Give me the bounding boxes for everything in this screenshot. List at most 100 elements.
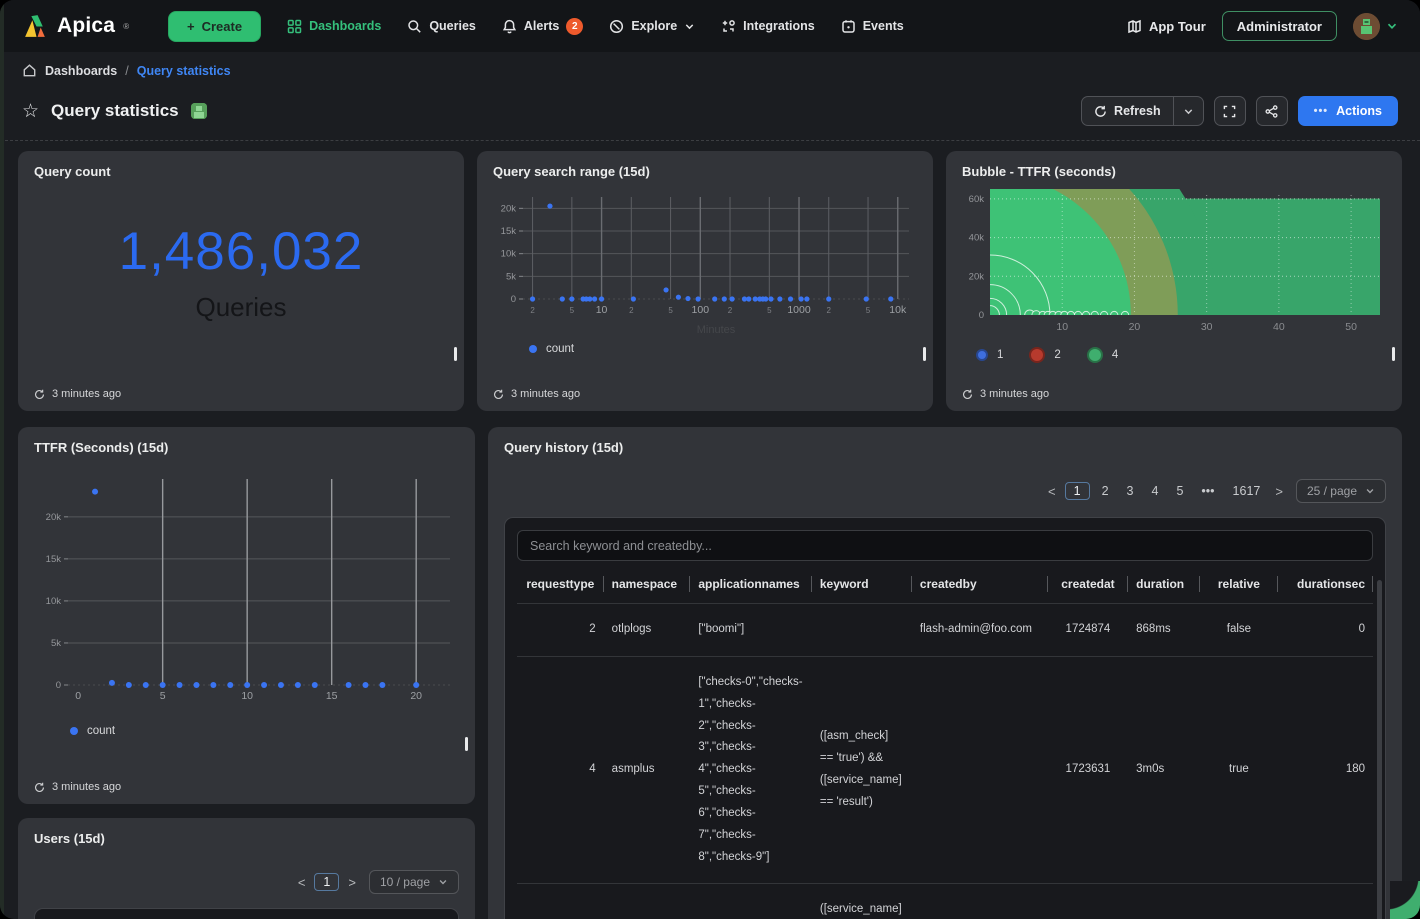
pager-page-3[interactable]: 3 [1121, 482, 1140, 500]
cell-keyword [812, 604, 912, 657]
svg-text:5: 5 [570, 306, 575, 315]
home-icon[interactable] [22, 63, 37, 78]
avatar [1353, 13, 1380, 40]
bell-icon [502, 19, 517, 34]
panel-updated: 3 minutes ago [962, 388, 1049, 400]
create-button[interactable]: + Create [168, 11, 261, 42]
svg-text:50: 50 [1345, 321, 1357, 333]
pager-ellipsis[interactable]: ••• [1195, 482, 1220, 500]
administrator-button[interactable]: Administrator [1222, 11, 1337, 41]
pager-page-5[interactable]: 5 [1170, 482, 1189, 500]
dashboard-grid: Query count 1,486,032 Queries 3 minutes … [0, 141, 1420, 919]
cell-relative: true [1200, 884, 1279, 919]
panel-scrollbar[interactable] [454, 347, 457, 361]
chevron-down-icon [1365, 486, 1375, 496]
nav-right: App Tour Administrator [1127, 11, 1398, 41]
nav-item-alerts[interactable]: Alerts 2 [502, 18, 583, 35]
nav-item-dashboards[interactable]: Dashboards [287, 19, 381, 34]
cell-applicationnames: ["checks-0","checks-1","checks-2","check… [690, 656, 812, 884]
svg-text:15: 15 [326, 690, 338, 702]
svg-text:30: 30 [1201, 321, 1213, 333]
cell-durationsec: 21,600 [1278, 884, 1373, 919]
refresh-icon [1094, 105, 1107, 118]
panel-title: TTFR (Seconds) (15d) [34, 440, 459, 455]
page-title: Query statistics [51, 101, 179, 121]
cell-createdat: 1724874 [1048, 604, 1128, 657]
panel-scrollbar[interactable] [465, 737, 468, 751]
legend-count[interactable]: count [529, 343, 917, 355]
actions-button[interactable]: ••• Actions [1298, 96, 1398, 126]
nav-item-events[interactable]: Events [841, 19, 904, 34]
svg-text:2: 2 [629, 306, 634, 315]
brand-logo[interactable]: Apica ® [22, 14, 142, 39]
svg-text:40: 40 [1273, 321, 1285, 333]
dashboard-owner-avatar[interactable] [191, 103, 207, 119]
svg-text:10k: 10k [46, 596, 62, 607]
query-count-value: 1,486,032 [34, 221, 448, 282]
svg-text:5k: 5k [51, 638, 61, 649]
page-size-select[interactable]: 25 / page [1296, 479, 1386, 503]
table-scrollbar[interactable] [1377, 580, 1382, 919]
search-input[interactable] [517, 530, 1373, 561]
legend-item-2[interactable]: 2 [1029, 347, 1060, 363]
nav-item-queries[interactable]: Queries [407, 19, 476, 34]
breadcrumb-current[interactable]: Query statistics [137, 64, 231, 78]
pager-page-1617[interactable]: 1617 [1227, 482, 1267, 500]
column-header-duration: duration [1128, 565, 1199, 604]
query-history-table: requesttypenamespaceapplicationnameskeyw… [517, 565, 1373, 919]
legend-dot [529, 345, 537, 353]
panel-updated: 3 minutes ago [34, 388, 121, 400]
brand-registered-mark: ® [123, 22, 129, 31]
panel-updated: 3 minutes ago [34, 781, 121, 793]
query-search-range-chart: 05k10k15k20k2510251002510002510kMinutes [493, 185, 917, 335]
column-header-createdat: createdat [1048, 565, 1128, 604]
svg-text:10: 10 [1056, 321, 1068, 333]
cell-durationsec: 180 [1278, 656, 1373, 884]
pager-page-1[interactable]: 1 [314, 873, 339, 891]
pager-next[interactable]: > [1272, 484, 1286, 499]
svg-text:10k: 10k [501, 249, 517, 260]
cell-requesttype: 2 [517, 604, 604, 657]
share-button[interactable] [1256, 96, 1288, 126]
svg-text:0: 0 [56, 680, 61, 691]
svg-text:2: 2 [530, 306, 535, 315]
pager-prev[interactable]: < [295, 875, 309, 890]
svg-text:20k: 20k [46, 512, 62, 523]
panel-scrollbar[interactable] [1392, 347, 1395, 361]
legend-item-4[interactable]: 4 [1087, 347, 1118, 363]
pager-page-2[interactable]: 2 [1096, 482, 1115, 500]
pager-prev[interactable]: < [1045, 484, 1059, 499]
user-menu[interactable] [1353, 13, 1398, 40]
refresh-button[interactable]: Refresh [1082, 97, 1173, 125]
cell-createdat: 1723631 [1048, 656, 1128, 884]
nav-item-explore[interactable]: Explore [609, 19, 695, 34]
legend-item-1[interactable]: 1 [976, 349, 1003, 361]
calendar-icon [841, 19, 856, 34]
svg-text:15k: 15k [46, 554, 62, 565]
svg-text:40k: 40k [969, 233, 985, 244]
breadcrumb-separator: / [125, 64, 128, 78]
cell-createdby [912, 656, 1048, 884]
pager-next[interactable]: > [345, 875, 359, 890]
corner-accent [1390, 881, 1420, 919]
pager-page-1[interactable]: 1 [1065, 482, 1090, 500]
users-page-size-select[interactable]: 10 / page [369, 870, 459, 894]
panel-scrollbar[interactable] [923, 347, 926, 361]
panel-ttfr: TTFR (Seconds) (15d) 05k10k15k20k0510152… [18, 427, 475, 804]
users-table-container: countcreatedby [34, 908, 459, 919]
favorite-star-icon[interactable]: ☆ [22, 102, 39, 121]
app-tour-button[interactable]: App Tour [1127, 19, 1206, 34]
pager-page-4[interactable]: 4 [1146, 482, 1165, 500]
svg-text:20: 20 [1129, 321, 1141, 333]
fullscreen-button[interactable] [1214, 96, 1246, 126]
refresh-dropdown-button[interactable] [1173, 97, 1203, 125]
svg-text:10: 10 [596, 304, 608, 316]
ttfr-chart: 05k10k15k20k05101520 [34, 465, 458, 717]
column-header-applicationnames: applicationnames [690, 565, 812, 604]
bubble-legend: 1 2 4 [976, 347, 1386, 363]
map-icon [1127, 19, 1142, 34]
nav-item-integrations[interactable]: Integrations [721, 19, 815, 34]
legend-count[interactable]: count [70, 725, 459, 737]
breadcrumb-dashboards[interactable]: Dashboards [45, 64, 117, 78]
column-header-relative: relative [1200, 565, 1279, 604]
